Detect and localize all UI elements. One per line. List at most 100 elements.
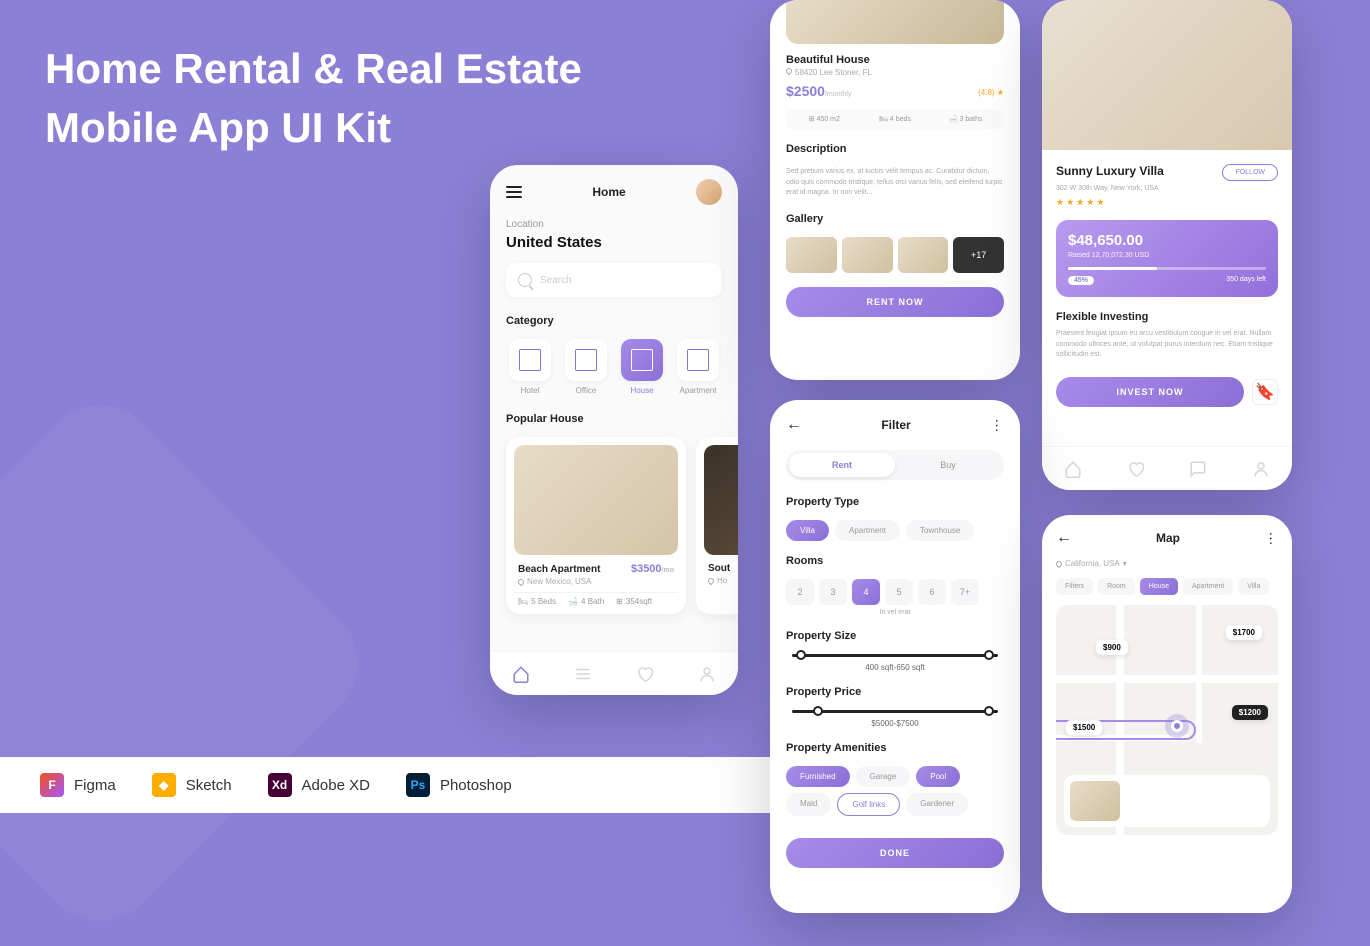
chip-apartment[interactable]: Apartment [835, 520, 900, 541]
gallery-more[interactable]: +17 [953, 237, 1004, 273]
chip-furnished[interactable]: Furnished [786, 766, 850, 787]
bottom-nav [490, 651, 738, 695]
avatar[interactable] [696, 179, 722, 205]
size-value: 400 sqft-650 sqft [786, 663, 1004, 672]
nav-heart-icon[interactable] [636, 665, 654, 683]
chip-garage[interactable]: Garage [856, 766, 911, 787]
rooms-title: Rooms [786, 555, 1004, 567]
card-price: $3500/mo [631, 563, 674, 575]
card-address: New Mexico, USA [514, 575, 678, 592]
rooms-sublabel: In vel erat [786, 609, 1004, 616]
tab-apartment[interactable]: Apartment [1183, 578, 1233, 595]
card-image [704, 445, 738, 555]
price-pin[interactable]: $1500 [1066, 720, 1102, 735]
follow-button[interactable]: FOLLOW [1222, 164, 1278, 181]
amenities-title: Property Amenities [786, 742, 1004, 754]
feat-area: ⊞ 450 m2 [792, 115, 857, 123]
nav-home-icon[interactable] [512, 665, 530, 683]
office-icon [575, 349, 597, 371]
map-area[interactable]: $900 $1700 $1500 $1200 [1056, 605, 1278, 835]
main-title: Home Rental & Real Estate Mobile App UI … [45, 40, 582, 158]
popular-title: Popular House [506, 413, 722, 425]
tab-filters[interactable]: Filters [1056, 578, 1093, 595]
screen-home: Home Location United States Search Categ… [490, 165, 738, 695]
tab-villa[interactable]: Villa [1238, 578, 1269, 595]
category-list: Hotel Office House Apartment [506, 339, 722, 395]
size-title: Property Size [786, 630, 1004, 642]
invest-amount: $48,650.00 [1068, 232, 1266, 249]
detail-name: Beautiful House [786, 54, 1004, 66]
location-value[interactable]: United States [506, 234, 722, 251]
property-card-2[interactable]: Sout Ho [696, 437, 738, 614]
search-input[interactable]: Search [506, 263, 722, 297]
property-card[interactable]: Beach Apartment $3500/mo New Mexico, USA… [506, 437, 686, 614]
rent-tab[interactable]: Rent [789, 453, 895, 477]
chip-maid[interactable]: Maid [786, 793, 831, 816]
buy-tab[interactable]: Buy [895, 453, 1001, 477]
room-3[interactable]: 3 [819, 579, 847, 605]
cat-apartment[interactable]: Apartment [674, 339, 722, 395]
gallery-title: Gallery [786, 213, 1004, 225]
feat-sqft: ⊞ 354sqft [616, 597, 652, 606]
size-slider[interactable] [792, 654, 998, 657]
price-slider[interactable] [792, 710, 998, 713]
room-7plus[interactable]: 7+ [951, 579, 979, 605]
rent-button[interactable]: RENT NOW [786, 287, 1004, 317]
more-icon[interactable]: ⋯ [1263, 531, 1280, 545]
feat-beds: 🛏 5 Beds [518, 597, 556, 606]
price-pin[interactable]: $900 [1096, 640, 1128, 655]
location-label: Location [506, 219, 722, 230]
gallery-image[interactable] [898, 237, 949, 273]
cat-hotel[interactable]: Hotel [506, 339, 554, 395]
desc-title: Description [786, 143, 1004, 155]
room-6[interactable]: 6 [918, 579, 946, 605]
progress-pct: 45% [1068, 276, 1094, 285]
chip-gardener[interactable]: Gardener [906, 793, 968, 816]
room-4[interactable]: 4 [852, 579, 880, 605]
room-5[interactable]: 5 [885, 579, 913, 605]
screen-map: ← Map ⋯ California, USA ▾ Filters Room H… [1042, 515, 1292, 913]
back-icon[interactable]: ← [786, 416, 802, 434]
bookmark-button[interactable]: 🔖 [1252, 379, 1278, 405]
nav-home-icon[interactable] [1064, 460, 1082, 478]
tab-house[interactable]: House [1140, 578, 1178, 595]
cat-office[interactable]: Office [562, 339, 610, 395]
nav-profile-icon[interactable] [1252, 460, 1270, 478]
rent-buy-toggle: Rent Buy [786, 450, 1004, 480]
invest-image [1042, 0, 1292, 150]
figma-icon: F [40, 773, 64, 797]
rooms-selector: 2 3 4 5 6 7+ [786, 579, 1004, 605]
invest-button[interactable]: INVEST NOW [1056, 377, 1244, 407]
progress-days: 350 days left [1226, 276, 1266, 285]
detail-price-row: $2500/monthly (4.8) ★ [786, 83, 1004, 101]
chip-villa[interactable]: Villa [786, 520, 829, 541]
detail-price: $2500 [786, 83, 825, 99]
detail-rating: (4.8) ★ [978, 88, 1004, 97]
cat-house[interactable]: House [618, 339, 666, 395]
tab-room[interactable]: Room [1098, 578, 1135, 595]
map-property-card[interactable] [1064, 775, 1270, 827]
chip-townhouse[interactable]: Townhouse [906, 520, 974, 541]
map-location[interactable]: California, USA ▾ [1056, 559, 1278, 568]
screen-invest: Sunny Luxury Villa FOLLOW 302 W 30th Way… [1042, 0, 1292, 490]
back-icon[interactable]: ← [1056, 529, 1072, 547]
chip-pool[interactable]: Pool [916, 766, 960, 787]
amenity-chips: Furnished Garage Pool Maid Golf links Ga… [786, 766, 1004, 816]
desc-text: Sed pretium varius ex, at luctus velit t… [786, 167, 1004, 199]
room-2[interactable]: 2 [786, 579, 814, 605]
gallery-image[interactable] [842, 237, 893, 273]
menu-icon[interactable] [506, 186, 522, 198]
feat-baths: 🛁 4 Bath [568, 597, 604, 606]
nav-profile-icon[interactable] [698, 665, 716, 683]
nav-heart-icon[interactable] [1127, 460, 1145, 478]
chip-golf[interactable]: Golf links [837, 793, 900, 816]
search-icon [518, 273, 532, 287]
nav-list-icon[interactable] [574, 665, 592, 683]
price-pin-active[interactable]: $1200 [1232, 705, 1268, 720]
price-pin[interactable]: $1700 [1226, 625, 1262, 640]
more-icon[interactable]: ⋯ [989, 418, 1006, 432]
invest-raised: Raised 12,70,072.30 USD [1068, 252, 1266, 259]
done-button[interactable]: DONE [786, 838, 1004, 868]
gallery-image[interactable] [786, 237, 837, 273]
nav-chat-icon[interactable] [1189, 460, 1207, 478]
